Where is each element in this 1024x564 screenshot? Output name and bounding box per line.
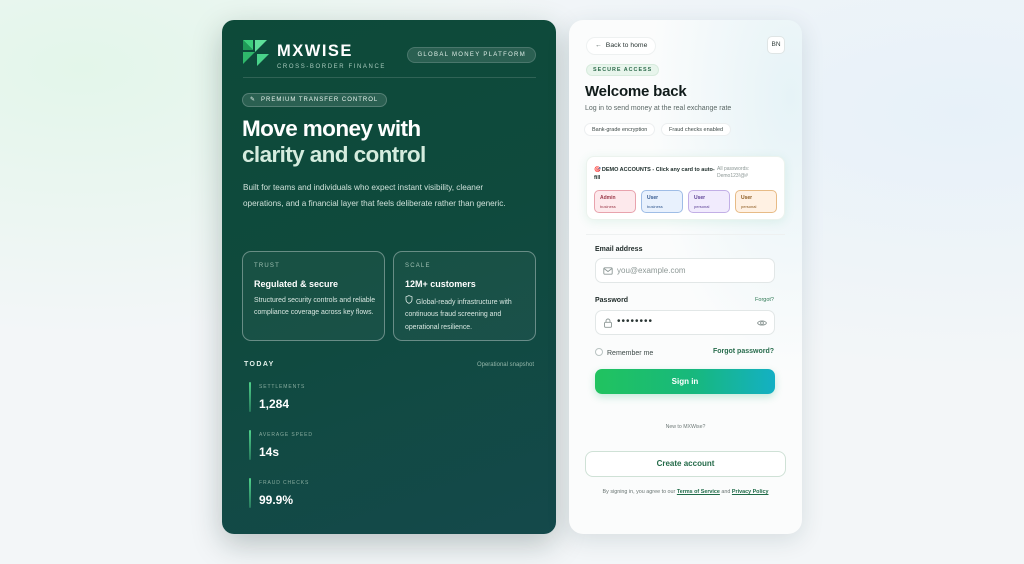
premium-pill-label: PREMIUM TRANSFER CONTROL [261, 97, 379, 103]
hero-headline: Move money with clarity and control [242, 116, 542, 168]
privacy-link[interactable]: Privacy Policy [732, 489, 769, 495]
shield-icon [405, 295, 413, 304]
forgot-password-link[interactable]: Forgot password? [713, 348, 774, 355]
demo-title: DEMO ACCOUNTS - Click any card to auto-f… [594, 167, 715, 181]
terms-text: By signing in, you agree to our Terms of… [569, 489, 802, 495]
headline-line-1: Move money with [242, 116, 421, 141]
role-name: User [694, 195, 706, 201]
card-title: 12M+ customers [405, 279, 476, 289]
role-sub: business [600, 204, 616, 209]
demo-card-user-personal-2[interactable]: User personal [735, 190, 777, 213]
demo-card-user-business[interactable]: User business [641, 190, 683, 213]
scale-card: SCALE 12M+ customers Global-ready infras… [393, 251, 536, 341]
checkbox-circle[interactable] [595, 348, 603, 356]
terms-link[interactable]: Terms of Service [677, 489, 720, 495]
card-desc: Structured security controls and reliabl… [254, 297, 376, 317]
back-label: Back to home [605, 42, 648, 49]
today-label: TODAY [244, 361, 275, 368]
headline-line-2: clarity and control [242, 142, 426, 167]
brand-name: MXWISE [277, 42, 353, 60]
encryption-chip: Bank-grade encryption [584, 123, 656, 136]
role-name: User [741, 195, 753, 201]
page-subtitle: Log in to send money at the real exchang… [585, 105, 732, 112]
stat-average-speed: AVERAGE SPEED 14s [249, 430, 409, 460]
login-panel: ← Back to home BN SECURE ACCESS Welcome b… [569, 20, 802, 534]
email-placeholder: you@example.com [617, 266, 686, 275]
card-desc: Global-ready infrastructure with continu… [405, 299, 512, 331]
stat-value: 1,284 [259, 397, 290, 411]
card-kicker: TRUST [254, 263, 280, 269]
stat-value: 14s [259, 445, 280, 459]
card-kicker: SCALE [405, 263, 431, 269]
fraud-chip: Fraud checks enabled [661, 123, 732, 136]
trust-card: TRUST Regulated & secure Structured secu… [242, 251, 385, 341]
back-to-home-button[interactable]: ← Back to home [586, 37, 657, 55]
role-name: Admin [600, 195, 616, 201]
new-to-text: New to MXWise? [665, 424, 706, 430]
card-desc-wrap: Global-ready infrastructure with continu… [405, 295, 527, 334]
demo-title-wrap: 🎯DEMO ACCOUNTS - Click any card to auto-… [594, 166, 716, 182]
role-sub: personal [741, 204, 757, 209]
stat-bar [249, 430, 251, 460]
brand-tagline: CROSS-BORDER FINANCE [277, 64, 387, 70]
brand-row: MXWISE CROSS-BORDER FINANCE GLOBAL MONEY… [243, 40, 536, 80]
password-mask: •••••••• [617, 316, 654, 327]
logo-mark-icon [243, 40, 269, 66]
remember-label: Remember me [607, 350, 654, 357]
secure-access-pill: SECURE ACCESS [586, 64, 660, 76]
demo-accounts-box: 🎯DEMO ACCOUNTS - Click any card to auto-… [586, 156, 785, 220]
language-toggle[interactable]: BN [767, 36, 785, 54]
arrow-left-icon: ← [595, 42, 602, 49]
password-label: Password [595, 297, 629, 304]
mail-icon [603, 267, 613, 275]
remember-me-checkbox[interactable]: Remember me [595, 348, 653, 357]
page-title: Welcome back [585, 83, 687, 100]
demo-card-user-personal-1[interactable]: User personal [688, 190, 730, 213]
snapshot-label: Operational snapshot [476, 362, 534, 368]
premium-pill: ✎ PREMIUM TRANSFER CONTROL [242, 93, 388, 107]
spark-icon: ✎ [250, 97, 257, 103]
stat-fraud-checks: FRAUD CHECKS 99.9% [249, 478, 409, 508]
email-label: Email address [595, 246, 643, 253]
demo-icon: 🎯 [594, 167, 601, 173]
card-title: Regulated & secure [254, 279, 339, 289]
marketing-panel: MXWISE CROSS-BORDER FINANCE GLOBAL MONEY… [222, 20, 556, 534]
platform-badge: GLOBAL MONEY PLATFORM [407, 47, 536, 63]
terms-prefix: By signing in, you agree to our [602, 489, 676, 495]
password-field[interactable]: •••••••• [595, 310, 775, 335]
stat-bar [249, 382, 251, 412]
stat-bar [249, 478, 251, 508]
role-sub: business [647, 204, 663, 209]
demo-password-note: All passwords: Demo123!@# [717, 166, 749, 181]
stat-label: SETTLEMENTS [259, 384, 306, 390]
role-name: User [647, 195, 659, 201]
demo-password-line-2: Demo123!@# [717, 173, 748, 180]
forgot-short-link[interactable]: Forgot? [755, 297, 774, 303]
form-divider [586, 234, 785, 235]
demo-password-line-1: All passwords: [717, 166, 750, 172]
terms-and: and [721, 489, 731, 495]
create-account-button[interactable]: Create account [585, 451, 786, 477]
stat-value: 99.9% [259, 493, 294, 507]
eye-icon[interactable] [757, 319, 767, 327]
stat-label: AVERAGE SPEED [259, 432, 313, 438]
lock-icon [604, 318, 612, 328]
demo-card-admin[interactable]: Admin business [594, 190, 636, 213]
email-field[interactable]: you@example.com [595, 258, 775, 283]
header-divider [243, 77, 536, 78]
hero-subcopy: Built for teams and individuals who expe… [243, 183, 506, 208]
stat-settlements: SETTLEMENTS 1,284 [249, 382, 409, 412]
role-sub: personal [694, 204, 710, 209]
stat-label: FRAUD CHECKS [259, 480, 310, 486]
sign-in-button[interactable]: Sign in [595, 369, 775, 394]
